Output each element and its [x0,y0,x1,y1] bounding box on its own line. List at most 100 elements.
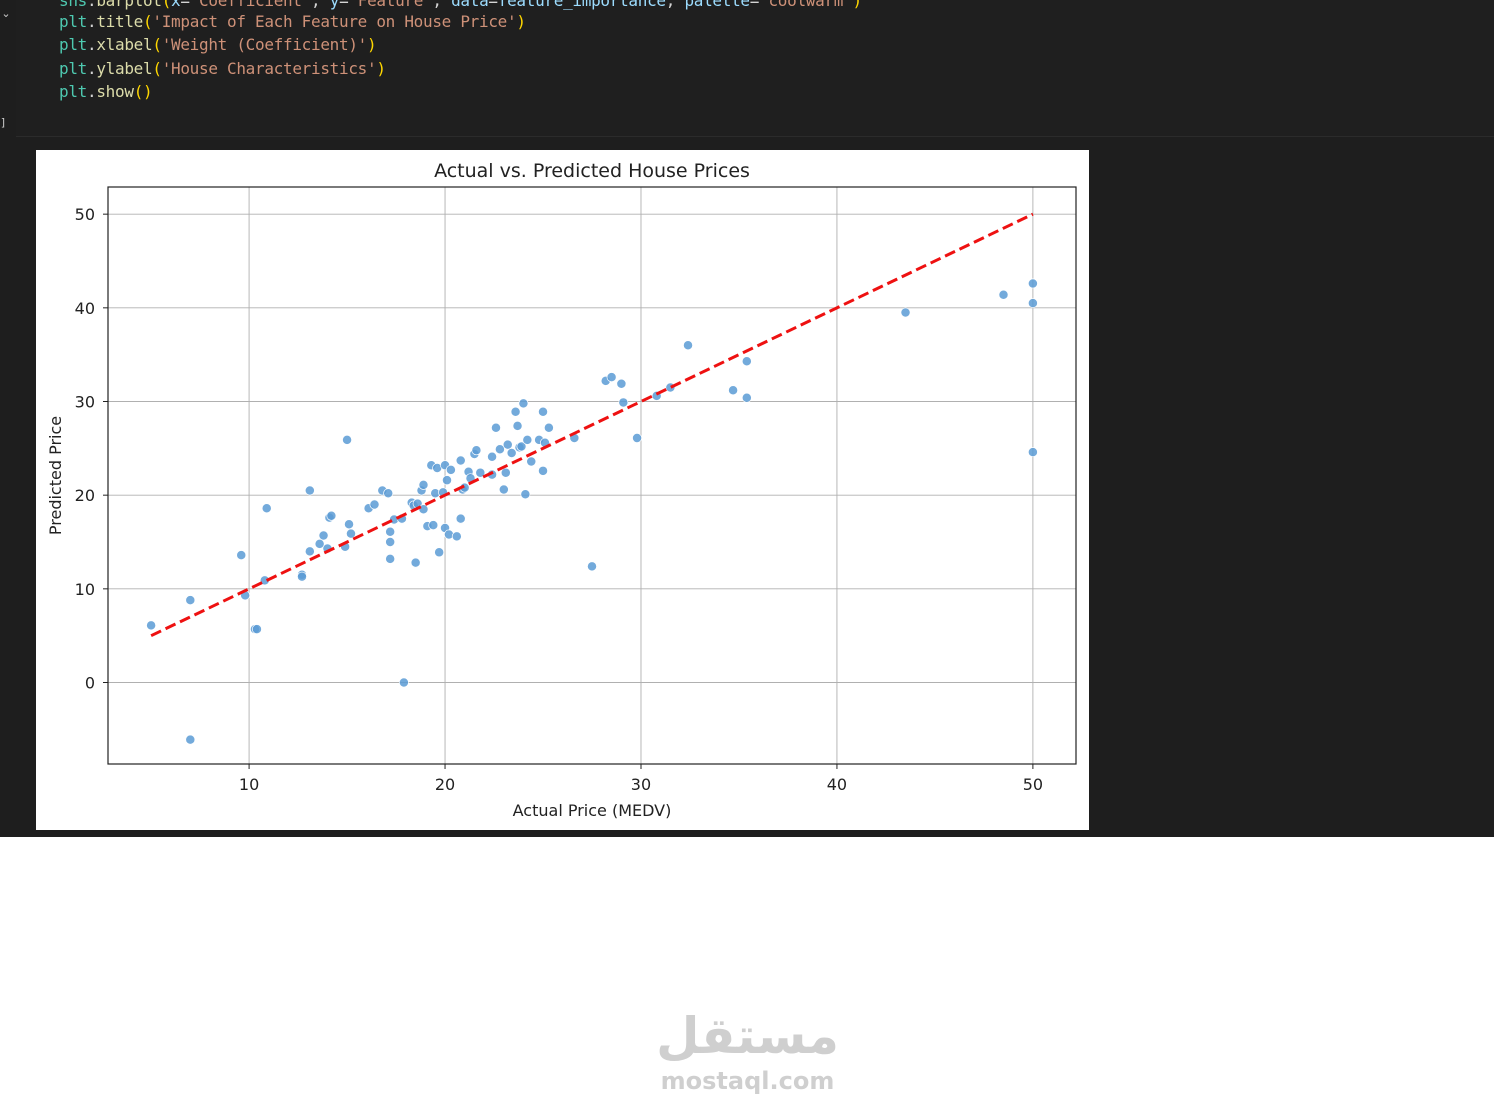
data-point [383,488,394,499]
code-token: plt [59,12,87,31]
data-point [434,547,445,558]
data-point [398,677,409,688]
data-point [455,513,466,524]
watermark-arabic-text: مستقل [656,1007,839,1065]
x-tick-label: 20 [435,775,455,794]
code-token: 'Weight (Coefficient)' [161,35,368,54]
data-point [318,530,329,541]
data-point [385,526,396,537]
code-token: ( [152,59,162,78]
code-token: . [87,0,97,10]
data-point [1027,298,1038,309]
data-point [618,397,629,408]
code-token: , [665,0,685,10]
data-point [236,550,247,561]
data-point [728,385,739,396]
data-point [487,451,498,462]
y-tick-label: 20 [75,486,95,505]
x-tick-label: 10 [239,775,259,794]
code-token: ) [852,0,862,10]
data-point [538,406,548,417]
code-token: , [311,0,330,10]
data-point [410,557,421,568]
cell-gutter: ⌄ ] [0,0,16,137]
code-token: . [87,12,97,31]
data-point [538,465,548,476]
code-line[interactable]: plt.show() [59,80,153,103]
data-point [512,420,523,431]
data-point [344,519,354,530]
code-token: 'Impact of Each Feature on House Price' [152,12,517,31]
data-point [342,434,353,445]
plot-frame [107,186,1077,765]
data-point [900,307,911,318]
data-point [428,520,439,531]
data-point [251,624,262,635]
code-line[interactable]: plt.ylabel('House Characteristics') [59,57,386,80]
data-point [998,289,1009,300]
data-point [500,467,511,478]
code-token: . [87,59,97,78]
data-point [587,561,597,572]
data-point [304,485,315,496]
data-point [1027,278,1038,289]
code-line[interactable]: plt.xlabel('Weight (Coefficient)') [59,33,377,56]
reference-line [150,212,1034,638]
y-tick-label: 0 [85,674,95,693]
code-token: barplot [96,0,162,10]
x-tick-label: 50 [1023,775,1043,794]
code-token: x [171,0,181,10]
data-point [502,439,513,450]
code-token: ) [516,12,526,31]
code-token: 'Coefficient' [189,0,312,10]
code-token: ) [367,35,377,54]
data-point [297,571,307,582]
data-point [616,378,627,389]
y-tick-label: 50 [75,205,95,224]
data-point [304,546,315,557]
code-token: ( [152,35,162,54]
code-token: . [87,82,97,101]
code-token: plt [59,59,87,78]
y-tick-label: 40 [75,299,95,318]
data-point [185,595,196,606]
code-token: show [96,82,134,101]
data-point [418,479,429,490]
data-point [506,448,517,458]
code-token: 'Feature' [348,0,433,10]
data-point [491,422,501,433]
code-token: ylabel [96,59,153,78]
chevron-down-icon[interactable]: ⌄ [0,8,12,20]
data-point [632,433,643,443]
code-token: plt [59,35,87,54]
data-point [522,434,533,445]
code-token: 'coolwarm' [759,0,853,10]
code-token: sns [59,0,87,10]
chart-title: Actual vs. Predicted House Prices [434,160,750,182]
data-point [518,398,529,409]
code-token: title [96,12,144,31]
data-point [510,406,521,417]
data-point [369,499,380,510]
scatter-plot-output: 10 20 30 40 50 0 10 20 30 40 50 Actual vs. Predicte… [36,150,1089,830]
code-cell[interactable]: sns.barplot(x='Coefficient', y='Feature'… [16,0,1494,137]
data-point [520,489,531,500]
execution-count-bracket: ] [0,116,7,129]
data-point [385,553,396,564]
data-point [543,422,554,433]
code-token: y [329,0,340,10]
data-point [346,528,356,539]
code-token: = [339,0,349,10]
data-point [683,340,693,351]
x-axis-label: Actual Price (MEDV) [513,801,672,820]
code-token: ( [161,0,172,10]
data-point [185,734,196,745]
data-point [498,484,509,495]
data-point [146,620,157,631]
data-point [261,503,272,514]
data-point [451,531,462,542]
code-line[interactable]: plt.title('Impact of Each Feature on Hou… [59,10,526,33]
data-point [442,475,452,486]
code-token: palette [684,0,750,10]
data-point [1027,447,1038,458]
